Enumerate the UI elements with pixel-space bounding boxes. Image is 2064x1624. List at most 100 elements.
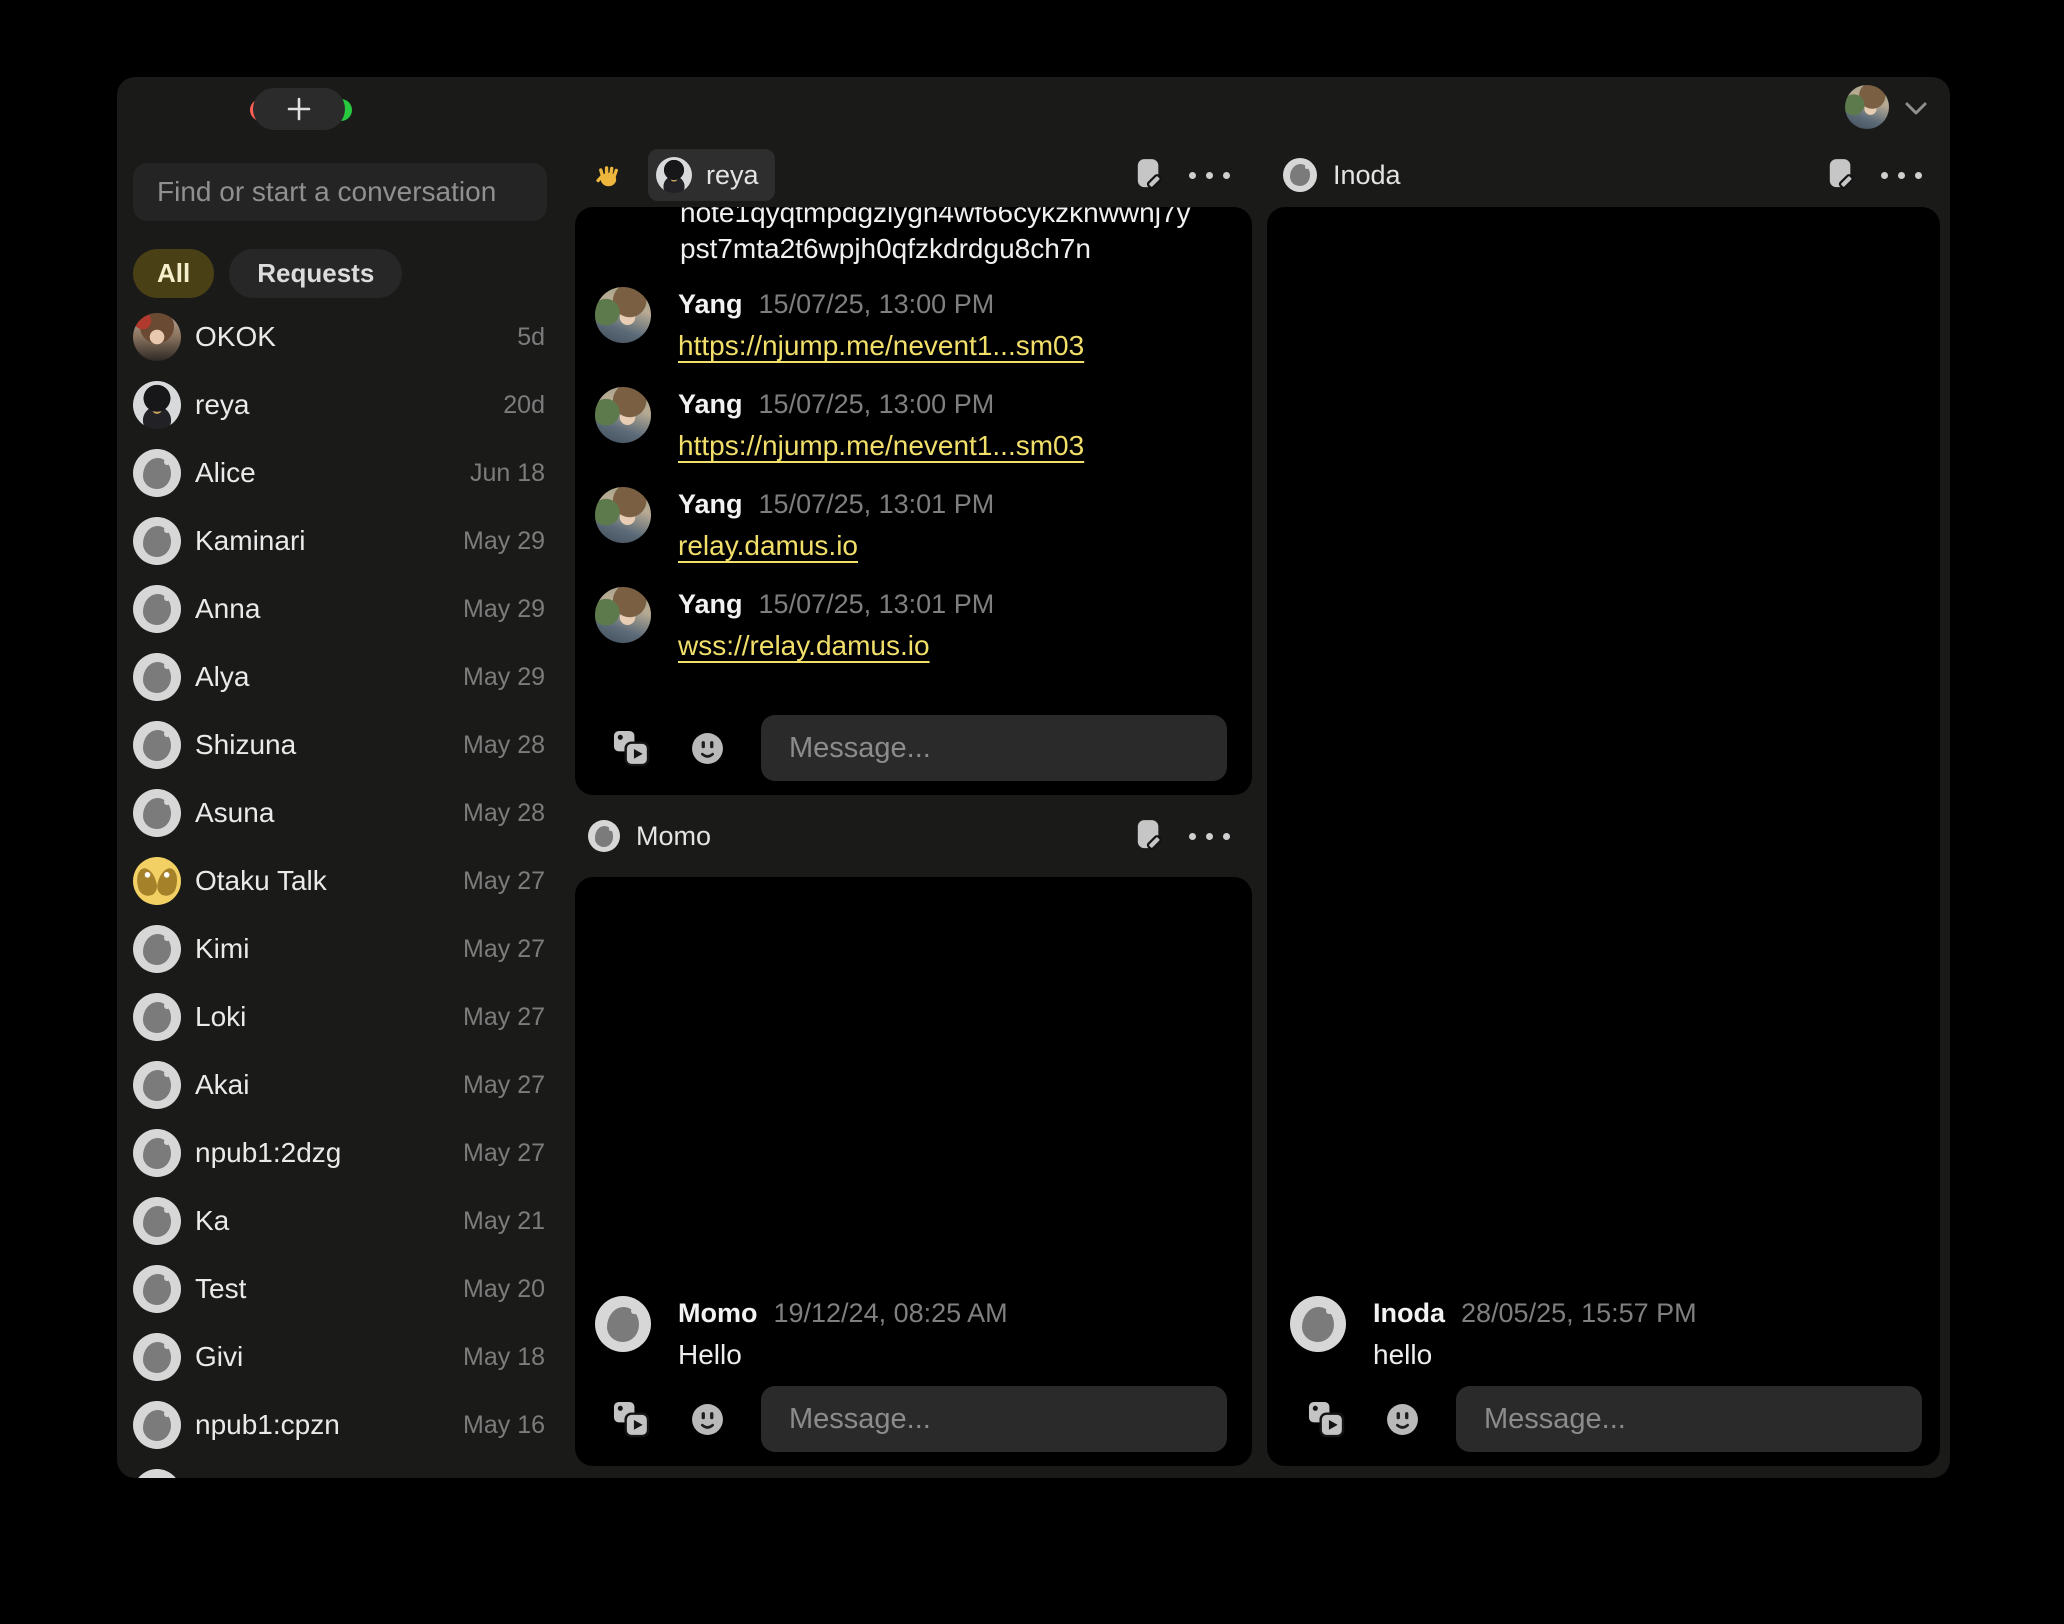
message-time: 28/05/25, 15:57 PM [1461, 1296, 1697, 1330]
conversation-name: Kaminari [195, 525, 463, 557]
conversation-time: May 18 [463, 1343, 545, 1372]
panel-title: reya [706, 160, 759, 191]
conversation-alya[interactable]: Alya May 29 [133, 643, 545, 711]
avatar [133, 721, 181, 769]
conversation-npub-cpzn[interactable]: npub1:cpzn May 16 [133, 1391, 545, 1459]
ellipsis-icon[interactable] [1881, 172, 1922, 179]
conversation-name: Asuna [195, 797, 463, 829]
conversation-name: Kimi [195, 933, 463, 965]
message: Yang 15/07/25, 13:00 PM https://njump.me… [595, 387, 1228, 463]
media-picker-icon[interactable] [613, 730, 650, 767]
app-window: All Requests OKOK 5d reya 20d Alice Jun … [117, 77, 1950, 1478]
filter-all[interactable]: All [133, 249, 214, 298]
sender-avatar[interactable] [595, 487, 651, 543]
conversation-time: May 28 [463, 799, 545, 828]
chevron-down-icon[interactable] [1905, 102, 1927, 116]
account-menu[interactable] [1845, 85, 1927, 129]
media-picker-icon[interactable] [1308, 1401, 1345, 1438]
conversation-test[interactable]: Test May 20 [133, 1255, 545, 1323]
sender-avatar[interactable] [595, 587, 651, 643]
smiley-icon[interactable] [691, 732, 724, 765]
sender-avatar[interactable] [595, 387, 651, 443]
momo-message-scroll[interactable]: Momo 19/12/24, 08:25 AM Hello [575, 877, 1252, 1376]
sender-avatar[interactable] [595, 287, 651, 343]
conversation-otaku-talk[interactable]: Otaku Talk May 27 [133, 847, 545, 915]
smiley-icon[interactable] [691, 1403, 724, 1436]
sender-name: Yang [678, 587, 743, 621]
message-input[interactable] [1456, 1386, 1922, 1452]
message-text: hello [1373, 1338, 1697, 1372]
conversation-okok[interactable]: OKOK 5d [133, 303, 545, 371]
avatar [133, 449, 181, 497]
waving-hand-icon [595, 162, 622, 189]
smiley-icon[interactable] [1386, 1403, 1419, 1436]
message-link[interactable]: wss://relay.damus.io [678, 630, 930, 661]
user-avatar[interactable] [1845, 85, 1889, 129]
sender-avatar[interactable] [1290, 1296, 1346, 1352]
momo-composer [575, 1376, 1252, 1466]
conversation-name: OKOK [195, 321, 517, 353]
search-bar[interactable] [133, 163, 547, 221]
conversation-npub-2dzg[interactable]: npub1:2dzg May 27 [133, 1119, 545, 1187]
message-input[interactable] [761, 1386, 1227, 1452]
inoda-avatar[interactable] [1283, 158, 1317, 192]
panel-title: Momo [636, 821, 711, 852]
message-input[interactable] [761, 715, 1227, 781]
search-input[interactable] [133, 176, 528, 208]
panel-title: Inoda [1333, 160, 1401, 191]
momo-chat-area[interactable]: Momo 19/12/24, 08:25 AM Hello [575, 877, 1252, 1466]
sender-name: Yang [678, 387, 743, 421]
inoda-chat-area[interactable]: Inoda 28/05/25, 15:57 PM hello [1267, 207, 1940, 1466]
momo-avatar[interactable] [588, 820, 620, 852]
wrapped-note-id: note1qyqtmpdgzlygn4wf66cykzknwwnj7ypst7m… [680, 207, 1228, 267]
message-time: 15/07/25, 13:01 PM [759, 587, 995, 621]
message: Momo 19/12/24, 08:25 AM Hello [595, 1296, 1228, 1372]
conversation-alice[interactable]: Alice Jun 18 [133, 439, 545, 507]
avatar [133, 1061, 181, 1109]
sender-avatar[interactable] [595, 1296, 651, 1352]
conversation-partial[interactable] [133, 1459, 545, 1478]
reya-chat-area[interactable]: note1qyqtmpdgzlygn4wf66cykzknwwnj7ypst7m… [575, 207, 1252, 795]
avatar [133, 1265, 181, 1313]
conversation-ka[interactable]: Ka May 21 [133, 1187, 545, 1255]
conversation-time: May 27 [463, 1071, 545, 1100]
inoda-message-scroll[interactable]: Inoda 28/05/25, 15:57 PM hello [1267, 207, 1940, 1376]
conversation-list: OKOK 5d reya 20d Alice Jun 18 Kaminari M… [133, 303, 545, 1478]
compose-note-icon[interactable] [1827, 157, 1855, 193]
conversation-time: May 20 [463, 1275, 545, 1304]
compose-note-icon[interactable] [1135, 157, 1163, 193]
sender-name: Yang [678, 287, 743, 321]
conversation-asuna[interactable]: Asuna May 28 [133, 779, 545, 847]
conversation-reya[interactable]: reya 20d [133, 371, 545, 439]
reya-conversation-chip[interactable]: reya [648, 149, 775, 201]
avatar [133, 1129, 181, 1177]
message-text: Hello [678, 1338, 1008, 1372]
sender-name: Momo [678, 1296, 757, 1330]
conversation-givi[interactable]: Givi May 18 [133, 1323, 545, 1391]
conversation-loki[interactable]: Loki May 27 [133, 983, 545, 1051]
inoda-panel-header: Inoda [1267, 140, 1940, 210]
message-link[interactable]: https://njump.me/nevent1...sm03 [678, 430, 1084, 461]
reya-composer [575, 705, 1252, 795]
conversation-shizuna[interactable]: Shizuna May 28 [133, 711, 545, 779]
conversation-anna[interactable]: Anna May 29 [133, 575, 545, 643]
reya-message-scroll[interactable]: note1qyqtmpdgzlygn4wf66cykzknwwnj7ypst7m… [575, 207, 1252, 705]
message: Yang 15/07/25, 13:00 PM https://njump.me… [595, 287, 1228, 363]
conversation-akai[interactable]: Akai May 27 [133, 1051, 545, 1119]
filter-requests[interactable]: Requests [229, 249, 402, 298]
conversation-name: Test [195, 1273, 463, 1305]
new-chat-button[interactable] [253, 88, 345, 130]
ellipsis-icon[interactable] [1189, 172, 1230, 179]
conversation-kaminari[interactable]: Kaminari May 29 [133, 507, 545, 575]
compose-note-icon[interactable] [1135, 818, 1163, 854]
conversation-kimi[interactable]: Kimi May 27 [133, 915, 545, 983]
conversation-time: Jun 18 [470, 459, 545, 488]
ellipsis-icon[interactable] [1189, 833, 1230, 840]
reya-panel-header: reya [575, 140, 1252, 210]
conversation-time: May 27 [463, 935, 545, 964]
message-link[interactable]: relay.damus.io [678, 530, 858, 561]
plus-icon [285, 95, 313, 123]
media-picker-icon[interactable] [613, 1401, 650, 1438]
message-time: 15/07/25, 13:00 PM [759, 387, 995, 421]
message-link[interactable]: https://njump.me/nevent1...sm03 [678, 330, 1084, 361]
